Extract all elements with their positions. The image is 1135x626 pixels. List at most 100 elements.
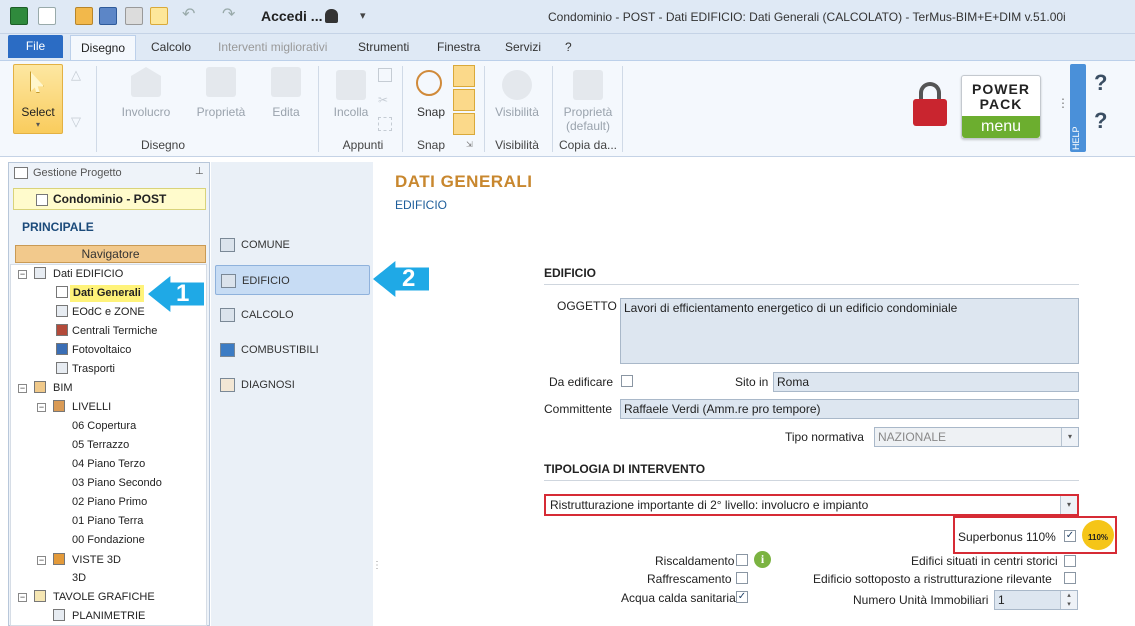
collapse-icon[interactable]: − [18, 384, 27, 393]
tree-item-dati-generali[interactable]: Dati Generali [70, 285, 144, 302]
snap-button[interactable]: Snap [414, 105, 448, 119]
collapse-icon[interactable]: − [37, 556, 46, 565]
tab-disegno[interactable]: Disegno [70, 35, 136, 61]
raffrescamento-checkbox[interactable] [736, 572, 748, 584]
ribbon-separator [622, 66, 623, 152]
splitter-grip-icon[interactable]: ⋮ [372, 560, 382, 571]
collapse-icon[interactable]: − [37, 403, 46, 412]
select-cursor-icon[interactable] [150, 7, 168, 25]
oggetto-field[interactable]: Lavori di efficientamento energetico di … [620, 298, 1079, 364]
select-dropdown-icon: ▾ [35, 120, 40, 129]
proprieta-default-button[interactable]: Proprietà (default) [556, 105, 620, 133]
drawings-icon [34, 590, 46, 602]
nav-comune[interactable]: COMUNE [215, 230, 370, 260]
unita-stepper[interactable]: 1 ▴ ▾ [994, 590, 1078, 610]
nav-diagnosi[interactable]: DIAGNOSI [215, 370, 370, 400]
redo-icon[interactable]: ↷ [222, 7, 240, 25]
incolla-button[interactable]: Incolla [321, 105, 381, 119]
edita-button[interactable]: Edita [256, 105, 316, 119]
powerpack-menu-button[interactable]: POWER PACK menu [961, 75, 1041, 139]
snap-settings-launcher-icon[interactable]: ⇲ [466, 140, 473, 149]
copy-icon[interactable] [378, 68, 392, 82]
tipologia-select[interactable]: Ristrutturazione importante di 2° livell… [544, 494, 1079, 516]
superbonus-checkbox[interactable]: ✓ [1064, 530, 1076, 542]
stepper-arrows-icon[interactable]: ▴ ▾ [1060, 591, 1077, 609]
ribbon-grip-icon: ⋮ [1057, 96, 1069, 110]
tree-item-tavole-grafiche[interactable]: TAVOLE GRAFICHE [53, 589, 155, 606]
help-label: HELP [1071, 126, 1081, 150]
project-name[interactable]: Condominio - POST [13, 188, 206, 210]
cursor-arrow-icon [30, 71, 44, 93]
snap-midpoint-icon[interactable] [453, 89, 475, 111]
open-folder-icon[interactable] [75, 7, 93, 25]
tree-item-bim[interactable]: BIM [53, 380, 73, 397]
arrow-down-icon[interactable]: ▽ [71, 114, 81, 130]
tree-item-level[interactable]: 01 Piano Terra [72, 513, 143, 530]
tree-item-level[interactable]: 00 Fondazione [72, 532, 145, 549]
tree-item-livelli[interactable]: LIVELLI [72, 399, 111, 416]
pin-icon[interactable]: ⊥ [195, 166, 204, 177]
tree-item-dati-edificio[interactable]: Dati EDIFICIO [53, 266, 123, 283]
navigatore-button[interactable]: Navigatore [15, 245, 206, 263]
tree-item-level[interactable]: 06 Copertura [72, 418, 136, 435]
collapse-icon[interactable]: − [18, 593, 27, 602]
tree-item-viste-3d[interactable]: VISTE 3D [72, 552, 121, 569]
quick-access-dropdown-icon[interactable]: ▾ [360, 9, 366, 22]
info-icon[interactable]: i [754, 551, 771, 568]
login-button[interactable]: Accedi ... [261, 8, 322, 24]
lock-icon[interactable] [913, 99, 947, 126]
tree-item-centrali-termiche[interactable]: Centrali Termiche [72, 323, 157, 340]
help-video-icon[interactable]: ? [1094, 108, 1124, 138]
centri-storici-checkbox[interactable] [1064, 555, 1076, 567]
tree-item-level[interactable]: 02 Piano Primo [72, 494, 147, 511]
user-icon[interactable] [325, 9, 338, 23]
save-icon[interactable] [99, 7, 117, 25]
tree-item-trasporti[interactable]: Trasporti [72, 361, 115, 378]
committente-field[interactable]: Raffaele Verdi (Amm.re pro tempore) [620, 399, 1079, 419]
da-edificare-checkbox[interactable] [621, 375, 633, 387]
undo-icon[interactable]: ↶ [182, 7, 200, 25]
tree-item-level[interactable]: 04 Piano Terzo [72, 456, 145, 473]
involucro-button[interactable]: Involucro [116, 105, 176, 119]
ribbon-separator [552, 66, 553, 152]
levels-icon [53, 400, 65, 412]
window-title: Condominio - POST - Dati EDIFICIO: Dati … [548, 10, 1066, 24]
nav-calcolo[interactable]: CALCOLO [215, 300, 370, 330]
tree-item-eodc-zone[interactable]: EOdC e ZONE [72, 304, 145, 321]
tree-item-3d[interactable]: 3D [72, 570, 86, 587]
arrow-up-icon[interactable]: △ [71, 67, 81, 83]
nav-combustibili[interactable]: COMBUSTIBILI [215, 335, 370, 365]
help-question-icon[interactable]: ? [1094, 70, 1124, 100]
document-icon [56, 286, 68, 298]
collapse-icon[interactable]: − [18, 270, 27, 279]
tab-interventi-migliorativi[interactable]: Interventi migliorativi [218, 40, 327, 54]
snap-grid-icon[interactable] [453, 113, 475, 135]
tab-strumenti[interactable]: Strumenti [358, 40, 409, 54]
tree-item-level[interactable]: 05 Terrazzo [72, 437, 129, 454]
riscaldamento-checkbox[interactable] [736, 554, 748, 566]
help-sidebar[interactable]: HELP [1070, 64, 1086, 152]
proprieta-button[interactable]: Proprietà [191, 105, 251, 119]
tree-item-planimetrie[interactable]: PLANIMETRIE [72, 608, 145, 625]
new-file-icon[interactable] [38, 7, 56, 25]
tree-item-fotovoltaico[interactable]: Fotovoltaico [72, 342, 131, 359]
tipo-normativa-select[interactable]: NAZIONALE ▾ [874, 427, 1079, 447]
print-icon[interactable] [125, 7, 143, 25]
select-all-icon[interactable] [378, 117, 392, 131]
visibilita-button[interactable]: Visibilità [487, 105, 547, 119]
acs-checkbox[interactable]: ✓ [736, 591, 748, 603]
select-button[interactable]: Select ▾ [13, 64, 63, 134]
tab-calcolo[interactable]: Calcolo [151, 40, 191, 54]
nav-calcolo-label: CALCOLO [241, 309, 294, 321]
nav-edificio[interactable]: EDIFICIO [215, 265, 370, 295]
ristrutturazione-checkbox[interactable] [1064, 572, 1076, 584]
cut-icon[interactable]: ✂ [378, 93, 392, 107]
tab-file[interactable]: File [8, 35, 63, 58]
elevator-icon [56, 362, 68, 374]
snap-endpoint-icon[interactable] [453, 65, 475, 87]
tab-finestra[interactable]: Finestra [437, 40, 480, 54]
sito-field[interactable]: Roma [773, 372, 1079, 392]
tab-help[interactable]: ? [565, 40, 572, 54]
tab-servizi[interactable]: Servizi [505, 40, 541, 54]
tree-item-level[interactable]: 03 Piano Secondo [72, 475, 162, 492]
